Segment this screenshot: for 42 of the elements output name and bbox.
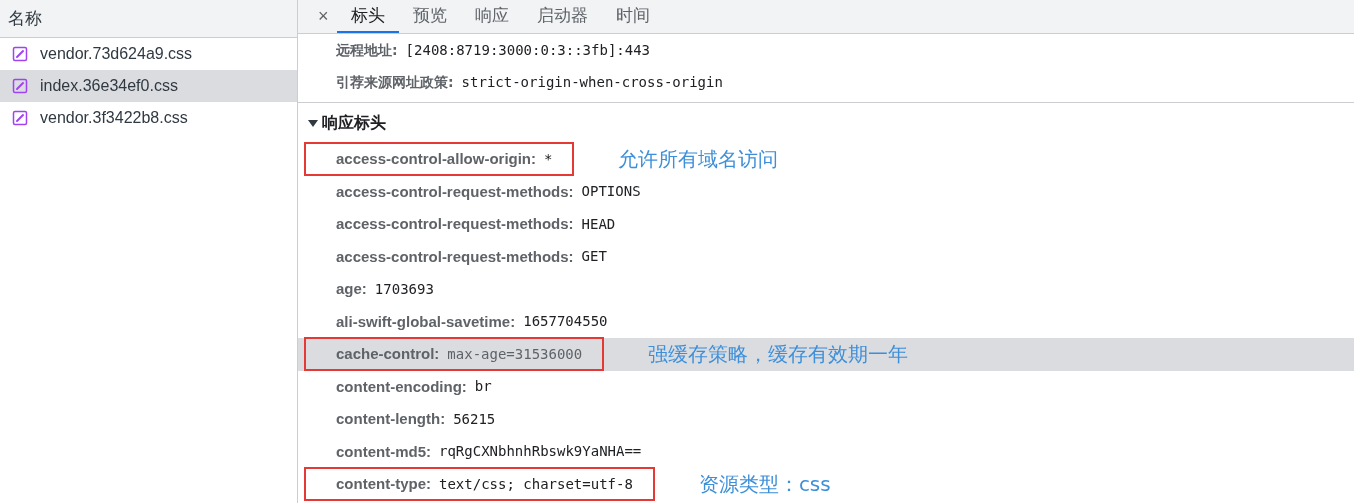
header-name: access-control-allow-origin: xyxy=(336,149,537,169)
file-edit-icon xyxy=(12,78,28,94)
header-name: content-encoding: xyxy=(336,376,467,397)
tab[interactable]: 启动器 xyxy=(522,0,602,33)
header-name: access-control-request-methods: xyxy=(336,246,574,267)
header-value: max-age=31536000 xyxy=(447,344,583,364)
header-value: 56215 xyxy=(453,409,496,429)
column-header[interactable]: 名称 xyxy=(8,5,42,32)
annotation-text: 资源类型：css xyxy=(698,471,831,499)
header-value: 1703693 xyxy=(374,279,434,299)
header-name: content-length: xyxy=(336,409,446,429)
expanded-triangle-icon[interactable] xyxy=(308,118,318,128)
header-name: 远程地址: xyxy=(336,40,398,60)
header-value: rqRgCXNbhnhRbswk9YaNHA== xyxy=(439,442,642,462)
header-name: cache-control: xyxy=(336,344,440,364)
header-value: text/css; charset=utf-8 xyxy=(439,474,633,494)
tab[interactable]: 响应 xyxy=(460,0,523,33)
header-name: ali-swift-global-savetime: xyxy=(336,311,516,332)
header-value: br xyxy=(474,377,492,397)
annotation-text: 允许所有域名访问 xyxy=(618,146,779,174)
header-value: strict-origin-when-cross-origin xyxy=(461,72,723,92)
tab[interactable]: 标头 xyxy=(336,0,399,33)
header-name: 引荐来源网址政策: xyxy=(336,72,454,92)
header-value: * xyxy=(544,149,553,169)
header-name: content-type: xyxy=(336,474,431,494)
tab[interactable]: 时间 xyxy=(601,0,664,33)
header-value: [2408:8719:3000:0:3::3fb]:443 xyxy=(405,40,651,60)
header-value: GET xyxy=(581,247,607,267)
section-title[interactable]: 响应标头 xyxy=(322,111,386,135)
tab[interactable]: 预览 xyxy=(398,0,461,33)
header-value: OPTIONS xyxy=(581,182,641,202)
file-edit-icon xyxy=(12,110,28,126)
annotation-text: 强缓存策略，缓存有效期一年 xyxy=(648,341,909,369)
file-edit-icon xyxy=(12,46,28,62)
header-name: age: xyxy=(336,279,367,299)
header-name: access-control-request-methods: xyxy=(336,181,574,202)
header-value: 1657704550 xyxy=(523,312,608,332)
header-name: access-control-request-methods: xyxy=(336,214,574,234)
header-name: content-md5: xyxy=(336,441,431,462)
close-button[interactable]: × xyxy=(310,0,337,33)
header-value: HEAD xyxy=(581,214,616,234)
file-row[interactable]: index.36e34ef0.css xyxy=(0,70,297,102)
